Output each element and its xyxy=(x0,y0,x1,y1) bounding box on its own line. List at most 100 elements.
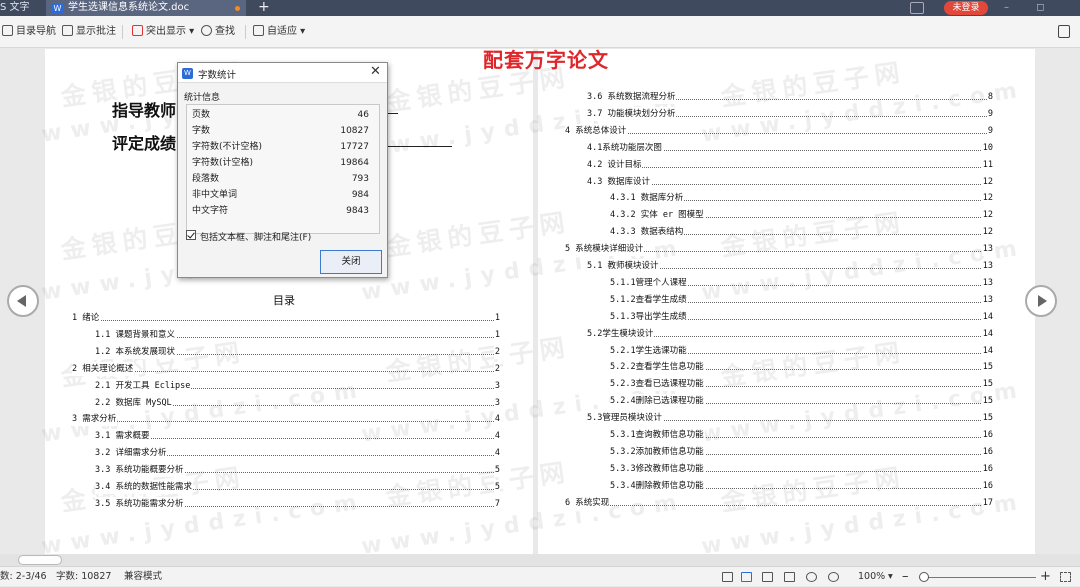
toc-entry[interactable]: 3 需求分析 4 xyxy=(72,412,500,427)
zoom-slider[interactable] xyxy=(920,577,1036,578)
login-button[interactable]: 未登录 xyxy=(944,1,988,15)
fit-icon[interactable] xyxy=(1060,572,1071,582)
toc-entry-page: 13 xyxy=(981,242,993,257)
toc-entry[interactable]: 4.3.1 数据库分析 12 xyxy=(610,191,993,206)
zoom-level[interactable]: 100% xyxy=(858,567,885,587)
search-icon xyxy=(201,25,212,36)
stats-row: 字符数(计空格) 19864 xyxy=(187,155,379,171)
toc-entry[interactable]: 3.2 详细需求分析 4 xyxy=(95,446,500,461)
toc-entry[interactable]: 1.1 课题背景和意义 1 xyxy=(95,327,500,342)
toc-entry[interactable]: 5.2.4删除已选课程功能 15 xyxy=(610,394,993,409)
toc-entry[interactable]: 5.3管理员模块设计 15 xyxy=(587,411,993,426)
highlight-icon xyxy=(132,25,143,36)
show-comments-button[interactable]: 显示批注 xyxy=(62,24,116,40)
toc-entry[interactable]: 3.5 系统功能需求分析 7 xyxy=(95,496,500,511)
include-textbox-label: 包括文本框、脚注和尾注(F) xyxy=(200,233,312,243)
document-tab[interactable]: W 学生选课信息系统论文.doc xyxy=(46,0,246,16)
toc-entry[interactable]: 5.1.1管理个人课程 13 xyxy=(610,275,993,290)
toc-entry[interactable]: 2.1 开发工具 Eclipse 3 xyxy=(95,378,500,393)
toc-entry[interactable]: 4.2 设计目标 11 xyxy=(587,157,993,172)
toc-entry[interactable]: 3.4 系统的数据性能需求 5 xyxy=(95,480,500,494)
dialog-close-icon[interactable]: ✕ xyxy=(370,64,381,79)
word-count[interactable]: 字数: 10827 xyxy=(56,567,111,587)
toc-entry[interactable]: 3.3 系统功能概要分析 5 xyxy=(95,463,500,478)
toc-entry[interactable]: 5.2学生模块设计 14 xyxy=(587,326,993,341)
toc-entry[interactable]: 3.6 系统数据流程分析 8 xyxy=(587,90,993,104)
new-tab-plus-icon[interactable]: + xyxy=(258,0,270,15)
stats-row: 字符数(不计空格) 17727 xyxy=(187,139,379,155)
horizontal-scrollbar[interactable] xyxy=(0,554,1080,566)
toc-entry[interactable]: 1 绪论 1 xyxy=(72,311,500,325)
toc-entry[interactable]: 5.3.1查询教师信息功能 16 xyxy=(610,428,993,442)
find-button[interactable]: 查找 xyxy=(201,24,235,40)
outline-view-icon[interactable] xyxy=(784,572,795,582)
toc-entry[interactable]: 4.3.2 实体 er 图模型 12 xyxy=(610,208,993,223)
toc-entry[interactable]: 3.7 功能模块划分分析 9 xyxy=(587,106,993,121)
window-controls[interactable]: – ◻ xyxy=(1004,0,1056,16)
stats-row: 非中文单词 984 xyxy=(187,187,379,203)
fullscreen-icon[interactable] xyxy=(722,572,733,582)
toc-entry[interactable]: 5.2.2查看学生信息功能 15 xyxy=(610,360,993,375)
toc-leader xyxy=(565,132,987,134)
toc-entry[interactable]: 5.3.4删除教师信息功能 16 xyxy=(610,478,993,493)
zoom-in-icon[interactable]: + xyxy=(1040,567,1051,587)
toc-entry[interactable]: 5.3.3修改教师信息功能 16 xyxy=(610,461,993,476)
toc-entry-page: 1 xyxy=(493,311,500,325)
stats-label: 非中文单词 xyxy=(192,190,238,200)
stats-value: 17727 xyxy=(340,142,369,152)
toc-entry[interactable]: 5.2.1学生选课功能 14 xyxy=(610,343,993,358)
toc-entry[interactable]: 2 相关理论概述 2 xyxy=(72,361,500,376)
zoom-dropdown-icon[interactable]: ▾ xyxy=(888,567,893,587)
toc-entry-page: 12 xyxy=(981,208,993,223)
toolbar-divider xyxy=(245,25,246,39)
toc-entry[interactable]: 5 系统模块详细设计 13 xyxy=(565,242,993,257)
toc-entry-title: 4 系统总体设计 xyxy=(565,123,628,138)
toc-entry[interactable]: 5.2.3查看已选课程功能 15 xyxy=(610,377,993,392)
toc-entry[interactable]: 4.1系统功能层次图 10 xyxy=(587,140,993,155)
reading-view-icon[interactable] xyxy=(741,572,752,582)
stats-label: 字符数(不计空格) xyxy=(192,142,263,152)
toc-entry-page: 14 xyxy=(981,326,993,341)
previous-page-button[interactable] xyxy=(7,285,39,317)
toc-entry-title: 5.1 教师模块设计 xyxy=(587,259,660,273)
dialog-title: 字数统计 xyxy=(198,70,237,81)
page-view-icon[interactable] xyxy=(762,572,773,582)
toc-entry-title: 3.1 需求概要 xyxy=(95,429,151,444)
highlight-button[interactable]: 突出显示 ▾ xyxy=(132,24,194,40)
toc-entry-title: 5.1.1管理个人课程 xyxy=(610,275,688,290)
toc-entry[interactable]: 5.1.2查看学生成绩 13 xyxy=(610,292,993,307)
toc-entry-title: 4.2 设计目标 xyxy=(587,157,643,172)
toc-entry-title: 5.2.1学生选课功能 xyxy=(610,343,688,358)
toc-entry-page: 12 xyxy=(981,225,993,240)
scrollbar-thumb[interactable] xyxy=(18,555,62,565)
toc-entry[interactable]: 1.2 本系统发展现状 2 xyxy=(95,344,500,359)
fit-width-button[interactable]: 自适应 ▾ xyxy=(253,24,305,40)
close-button[interactable]: 关闭 xyxy=(320,250,382,274)
export-icon[interactable] xyxy=(1058,25,1070,38)
toc-entry-title: 6 系统实现 xyxy=(565,495,611,510)
toc-entry-title: 5 系统模块详细设计 xyxy=(565,242,645,257)
page-count[interactable]: 数: 2-3/46 xyxy=(0,567,47,587)
outline-nav-button[interactable]: 目录导航 xyxy=(2,24,56,40)
toc-entry-page: 4 xyxy=(493,446,500,461)
eye-protect-icon[interactable] xyxy=(828,572,839,582)
toc-entry[interactable]: 5.3.2添加教师信息功能 16 xyxy=(610,444,993,459)
toc-entry-title: 3.3 系统功能概要分析 xyxy=(95,463,185,478)
app-name: S 文字 xyxy=(0,2,30,13)
next-page-button[interactable] xyxy=(1025,285,1057,317)
toc-entry[interactable]: 5.1 教师模块设计 13 xyxy=(587,259,993,273)
toc-entry[interactable]: 6 系统实现 17 xyxy=(565,495,993,510)
include-textbox-checkbox[interactable] xyxy=(186,230,196,240)
toc-entry[interactable]: 4.3 数据库设计 12 xyxy=(587,174,993,189)
zoom-out-icon[interactable]: – xyxy=(902,567,909,587)
toc-entry[interactable]: 5.1.3导出学生成绩 14 xyxy=(610,309,993,324)
toc-entry-title: 5.2.4删除已选课程功能 xyxy=(610,394,705,409)
web-view-icon[interactable] xyxy=(806,572,817,582)
zoom-slider-knob[interactable] xyxy=(919,572,929,582)
toc-entry[interactable]: 4.3.3 数据表结构 12 xyxy=(610,225,993,240)
dialog-header: W 字数统计 ✕ xyxy=(178,63,387,83)
toc-entry[interactable]: 4 系统总体设计 9 xyxy=(565,123,993,138)
toc-entry[interactable]: 3.1 需求概要 4 xyxy=(95,429,500,444)
toc-entry[interactable]: 2.2 数据库 MySQL 3 xyxy=(95,395,500,410)
window-layout-icon[interactable] xyxy=(910,2,924,14)
